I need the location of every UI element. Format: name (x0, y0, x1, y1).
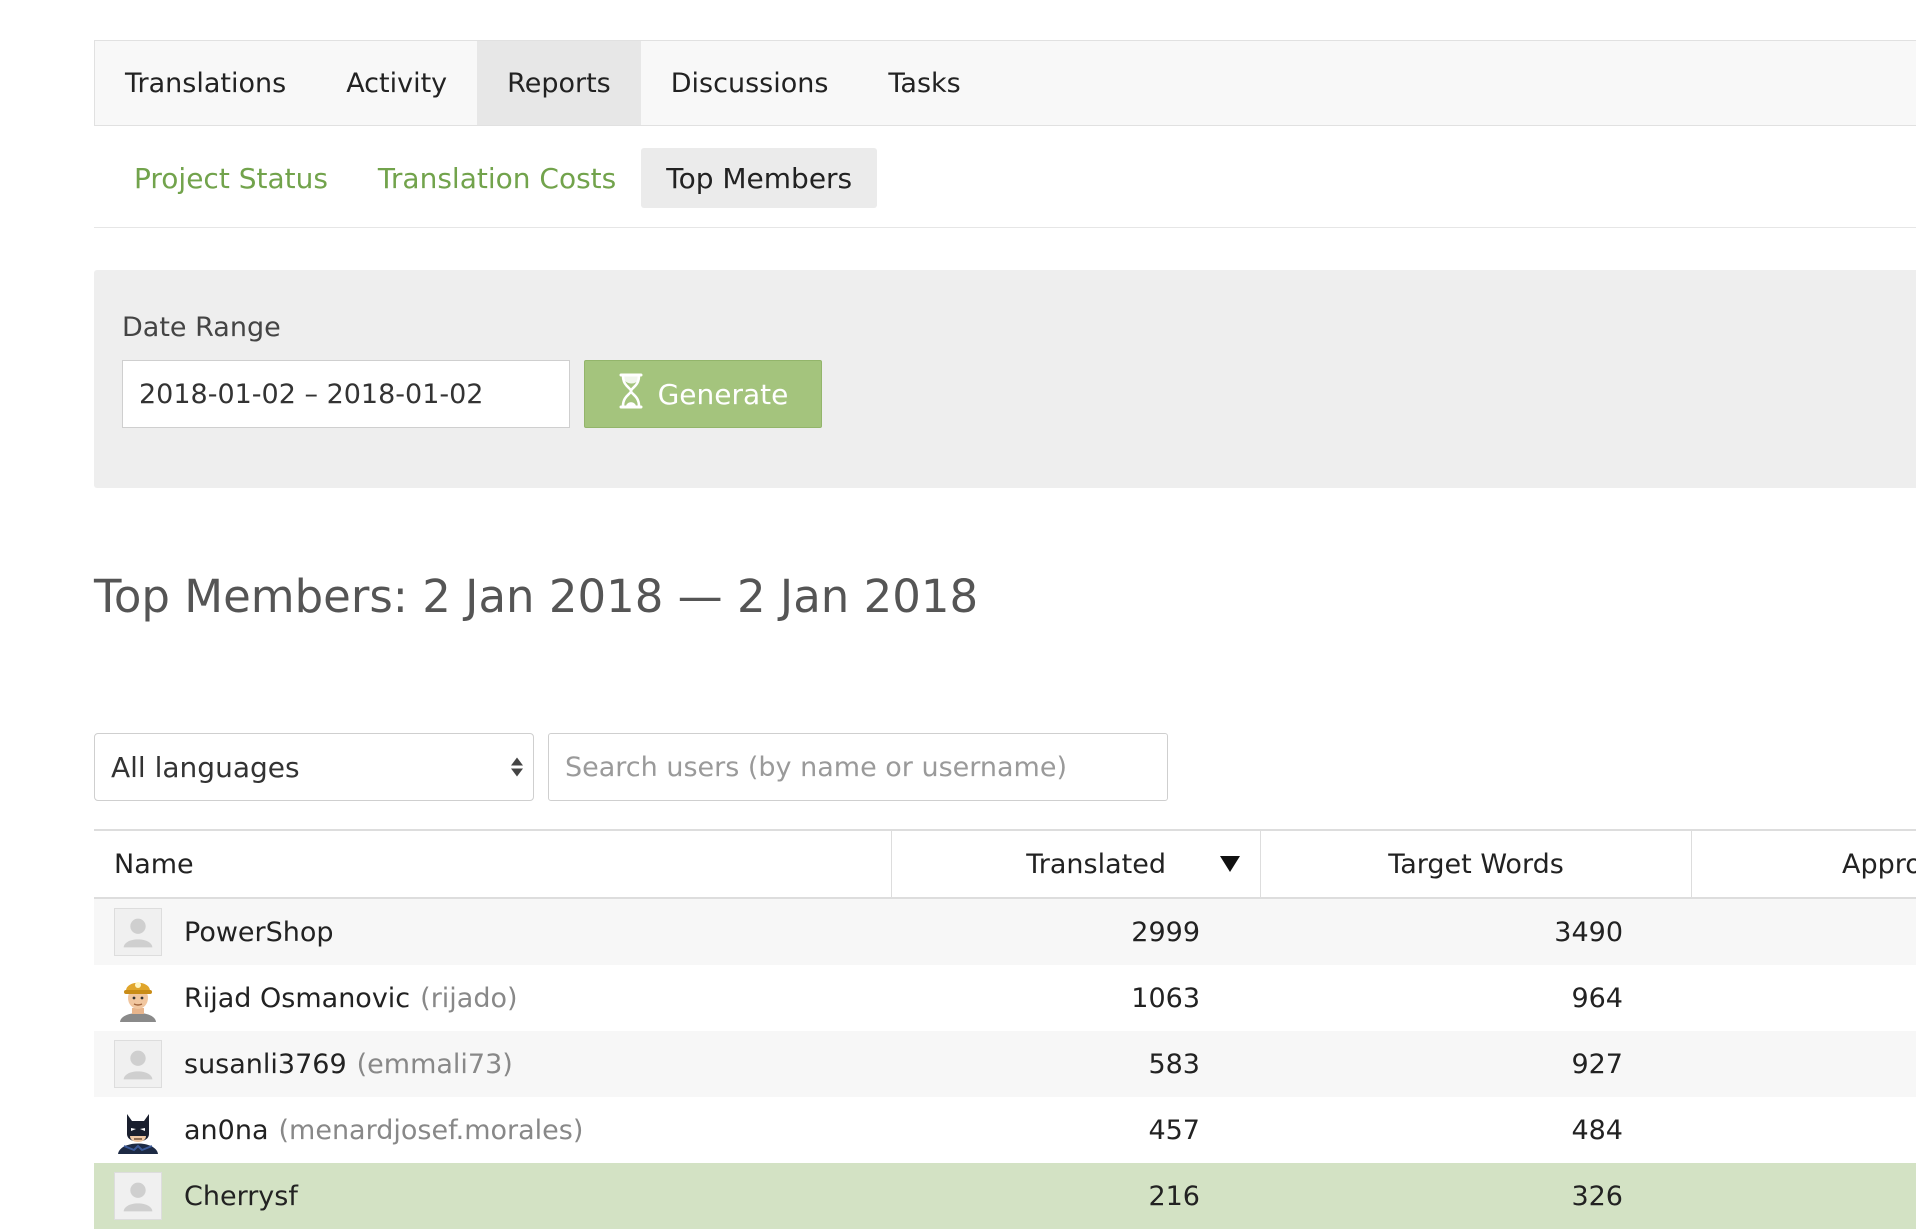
tab-discussions[interactable]: Discussions (641, 41, 859, 125)
approved-count (1691, 1163, 1916, 1229)
top-nav: Translations Activity Reports Discussion… (94, 40, 1916, 126)
tab-tasks[interactable]: Tasks (858, 41, 990, 125)
search-users-input[interactable] (548, 733, 1168, 801)
approved-count (1691, 1031, 1916, 1097)
table-row: an0na (menardjosef.morales) 457 484 (94, 1097, 1916, 1163)
header-name[interactable]: Name (94, 831, 891, 897)
members-table: Name Translated Target Words Appro Power… (94, 829, 1916, 1229)
approved-count (1691, 965, 1916, 1031)
tab-reports[interactable]: Reports (477, 41, 641, 125)
sort-desc-icon (1220, 856, 1240, 872)
target-words-count: 927 (1571, 1048, 1623, 1080)
member-name-cell: Cherrysf (94, 1163, 891, 1229)
translated-count: 583 (1148, 1048, 1200, 1080)
member-name-cell: PowerShop (94, 899, 891, 965)
table-row: PowerShop 2999 3490 (94, 899, 1916, 965)
subtab-top-members[interactable]: Top Members (641, 148, 878, 208)
batman-avatar-icon (114, 1106, 162, 1154)
translated-count: 1063 (1131, 982, 1200, 1014)
table-row: Cherrysf 216 326 (94, 1163, 1916, 1229)
table-row: susanli3769 (emmali73) 583 927 (94, 1031, 1916, 1097)
generate-label: Generate (657, 377, 789, 411)
default-avatar-icon (114, 1172, 162, 1220)
member-username: (menardjosef.morales) (278, 1114, 584, 1146)
approved-count (1691, 1097, 1916, 1163)
language-select-value: All languages (111, 750, 300, 784)
header-approved[interactable]: Appro (1691, 831, 1916, 897)
translated-count: 2999 (1131, 916, 1200, 948)
subtab-translation-costs[interactable]: Translation Costs (353, 148, 641, 208)
member-name-cell: susanli3769 (emmali73) (94, 1031, 891, 1097)
target-words-count: 326 (1571, 1180, 1623, 1212)
header-translated[interactable]: Translated (891, 831, 1260, 897)
sub-nav: Project Status Translation Costs Top Mem… (94, 148, 1916, 228)
header-translated-label: Translated (1026, 848, 1166, 880)
tab-translations[interactable]: Translations (95, 41, 316, 125)
default-avatar-icon (114, 1040, 162, 1088)
member-name[interactable]: Cherrysf (184, 1181, 298, 1212)
member-name[interactable]: an0na (184, 1115, 269, 1146)
target-words-count: 484 (1571, 1114, 1623, 1146)
language-select[interactable]: All languages (94, 733, 534, 801)
date-range-panel: Date Range Generate (94, 270, 1916, 488)
approved-count (1691, 899, 1916, 965)
date-range-input[interactable] (122, 360, 570, 428)
target-words-count: 3490 (1554, 916, 1623, 948)
miner-avatar-icon (114, 974, 162, 1022)
member-name[interactable]: Rijad Osmanovic (184, 983, 410, 1014)
member-name[interactable]: PowerShop (184, 917, 334, 948)
subtab-project-status[interactable]: Project Status (109, 148, 353, 208)
table-header-row: Name Translated Target Words Appro (94, 831, 1916, 899)
header-target-words[interactable]: Target Words (1260, 831, 1691, 897)
translated-count: 216 (1148, 1180, 1200, 1212)
tab-activity[interactable]: Activity (316, 41, 477, 125)
member-name-cell: Rijad Osmanovic (rijado) (94, 965, 891, 1031)
member-username: (emmali73) (356, 1048, 513, 1080)
select-arrows-icon (511, 757, 523, 777)
table-body: PowerShop 2999 3490 Rijad Osmanovic (rij… (94, 899, 1916, 1229)
date-range-label: Date Range (122, 312, 281, 343)
hourglass-icon (618, 373, 644, 416)
translated-count: 457 (1148, 1114, 1200, 1146)
table-row: Rijad Osmanovic (rijado) 1063 964 (94, 965, 1916, 1031)
page-title: Top Members: 2 Jan 2018 — 2 Jan 2018 (94, 570, 979, 623)
member-name-cell: an0na (menardjosef.morales) (94, 1097, 891, 1163)
default-avatar-icon (114, 908, 162, 956)
target-words-count: 964 (1571, 982, 1623, 1014)
member-username: (rijado) (420, 982, 518, 1014)
member-name[interactable]: susanli3769 (184, 1049, 347, 1080)
generate-button[interactable]: Generate (584, 360, 822, 428)
